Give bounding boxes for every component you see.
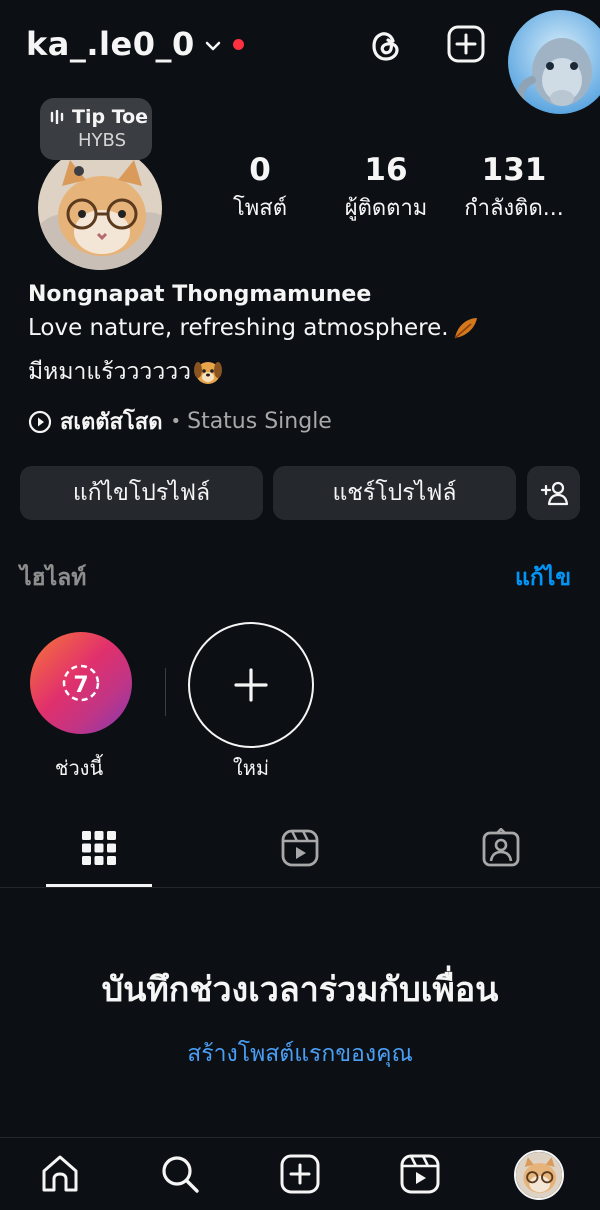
profile-avatar[interactable] xyxy=(38,146,162,270)
highlight-badge-number: 7 xyxy=(73,673,88,698)
nav-reels[interactable] xyxy=(398,1152,442,1196)
tab-tagged[interactable] xyxy=(481,828,521,868)
highlight-recent[interactable]: 7 xyxy=(28,622,154,748)
note-bubble-tail xyxy=(74,166,84,176)
username: ka_.le0_0 xyxy=(26,25,195,63)
stat-following[interactable]: 131 กำลังติด... xyxy=(456,150,572,228)
tabs-divider xyxy=(0,887,600,888)
threads-icon[interactable] xyxy=(366,26,406,66)
bio-line: Love nature, refreshing atmosphere. xyxy=(28,314,479,342)
bio-text: Love nature, refreshing atmosphere. xyxy=(28,315,449,341)
nav-create[interactable] xyxy=(278,1152,322,1196)
music-artist: HYBS xyxy=(78,130,126,151)
highlight-recent-cover: 7 xyxy=(30,632,132,734)
highlight-recent-label: ช่วงนี้ xyxy=(54,756,104,780)
tab-posts-grid[interactable] xyxy=(79,828,119,868)
highlights-edit-link[interactable]: แก้ไข xyxy=(515,560,571,596)
plus-square-icon xyxy=(447,25,485,63)
fallen-leaf-icon xyxy=(451,314,479,342)
discover-people-button[interactable] xyxy=(527,466,580,520)
reels-icon xyxy=(281,829,319,867)
plus-icon xyxy=(234,668,268,702)
bottom-nav-divider xyxy=(0,1137,600,1138)
plus-square-icon xyxy=(280,1154,320,1194)
tab-reels[interactable] xyxy=(280,828,320,868)
status-row[interactable]: สเตตัสโสด • Status Single xyxy=(28,404,332,439)
notification-dot xyxy=(232,38,244,50)
new-post-button[interactable] xyxy=(446,24,486,64)
highlights-title: ไฮไลท์ xyxy=(20,565,87,591)
music-song-title: Tip Toe xyxy=(72,106,149,128)
bio-text: มีหมาแร้วววววว xyxy=(28,359,192,385)
nav-home[interactable] xyxy=(38,1152,82,1196)
music-bars-icon xyxy=(50,110,66,124)
bio-line: มีหมาแร้วววววว xyxy=(28,354,223,390)
home-icon xyxy=(42,1155,78,1192)
empty-state-title: บันทึกช่วงเวลาร่วมกับเพื่อน xyxy=(101,970,499,1010)
music-note-bubble[interactable]: Tip Toe HYBS xyxy=(40,98,152,160)
stat-posts-label: โพสต์ xyxy=(232,196,288,221)
nav-search[interactable] xyxy=(158,1152,202,1196)
highlight-new-label: ใหม่ xyxy=(232,756,270,780)
status-separator: • xyxy=(170,411,182,432)
add-person-icon xyxy=(539,480,569,506)
search-icon xyxy=(162,1156,199,1193)
status-text: Status Single xyxy=(187,409,332,434)
reels-icon xyxy=(400,1154,440,1194)
edit-profile-button[interactable]: แก้ไขโปรไฟล์ xyxy=(20,466,263,520)
full-name: Nongnapat Thongmamunee xyxy=(28,282,372,307)
stat-followers-count: 16 xyxy=(364,152,408,188)
stat-posts-count: 0 xyxy=(249,152,271,188)
status-label: สเตตัสโสด xyxy=(60,410,163,435)
play-circle-icon xyxy=(28,410,52,434)
highlight-new-button[interactable] xyxy=(188,622,314,748)
grid-icon xyxy=(82,831,116,865)
nav-profile-avatar[interactable] xyxy=(514,1150,564,1200)
stat-following-label: กำลังติด... xyxy=(464,196,564,221)
dolphin-avatar[interactable] xyxy=(508,10,600,114)
stat-followers-label: ผู้ติดตาม xyxy=(344,196,428,221)
dog-face-icon xyxy=(193,358,223,386)
chevron-down-icon xyxy=(205,40,221,52)
stat-posts[interactable]: 0 โพสต์ xyxy=(210,150,310,228)
create-first-post-link[interactable]: สร้างโพสต์แรกของคุณ xyxy=(0,1036,600,1072)
stat-followers[interactable]: 16 ผู้ติดตาม xyxy=(330,150,442,228)
username-switcher[interactable]: ka_.le0_0 xyxy=(26,22,244,66)
stat-following-count: 131 xyxy=(481,152,547,188)
share-profile-button[interactable]: แชร์โปรไฟล์ xyxy=(273,466,516,520)
tagged-person-icon xyxy=(482,828,520,867)
highlights-divider xyxy=(165,668,166,716)
